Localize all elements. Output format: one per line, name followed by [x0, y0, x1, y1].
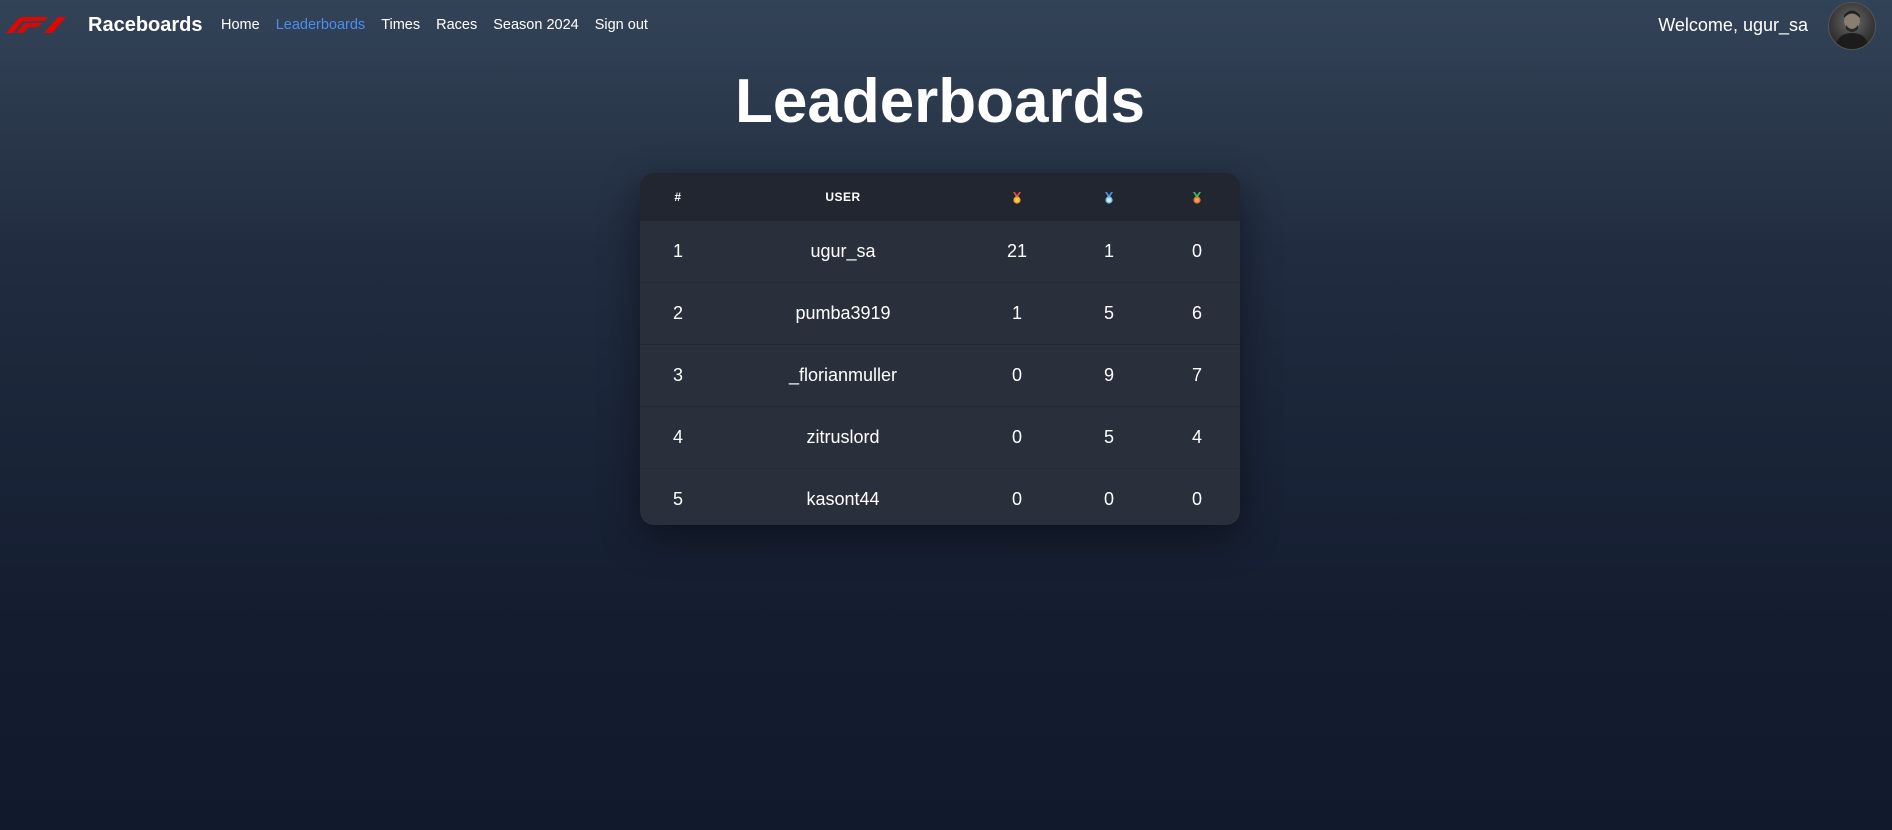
user-avatar[interactable] — [1828, 2, 1876, 50]
leaderboard-card: # USER 1 ugur_sa 21 1 0 2 pumba3919 1 5 … — [640, 173, 1240, 525]
gold-count-cell: 1 — [1011, 303, 1022, 323]
header-silver — [1064, 173, 1154, 221]
nav-link-times[interactable]: Times — [381, 16, 420, 34]
table-row: 1 ugur_sa 21 1 0 — [640, 221, 1240, 283]
silver-count-cell: 1 — [1103, 241, 1114, 261]
nav-link-season-2024[interactable]: Season 2024 — [493, 16, 578, 34]
bronze-count-cell: 7 — [1191, 365, 1202, 385]
nav-link-home[interactable]: Home — [221, 16, 260, 34]
table-header-row: # USER — [640, 173, 1240, 221]
table-row: 4 zitruslord 0 5 4 — [640, 406, 1240, 469]
gold-count-cell: 21 — [1006, 241, 1028, 261]
brand-link[interactable]: Raceboards — [88, 13, 203, 37]
top-navbar: Raceboards Home Leaderboards Times Races… — [0, 0, 1892, 50]
table-row: 3 _florianmuller 0 9 7 — [640, 344, 1240, 407]
table-row: 2 pumba3919 1 5 6 — [640, 282, 1240, 345]
bronze-medal-icon — [1193, 191, 1201, 204]
bronze-count-cell: 4 — [1191, 427, 1202, 447]
rank-cell: 3 — [672, 365, 683, 385]
nav-link-leaderboards[interactable]: Leaderboards — [276, 16, 366, 34]
rank-cell: 4 — [672, 427, 683, 447]
bronze-count-cell: 0 — [1191, 241, 1202, 261]
rank-cell: 2 — [672, 303, 683, 323]
silver-count-cell: 9 — [1103, 365, 1114, 385]
rank-cell: 1 — [672, 241, 683, 261]
user-cell: kasont44 — [806, 489, 880, 509]
avatar-image — [1835, 10, 1869, 49]
rank-cell: 5 — [672, 489, 683, 509]
header-gold — [970, 173, 1064, 221]
header-rank: # — [674, 190, 682, 204]
bronze-count-cell: 6 — [1191, 303, 1202, 323]
nav-links: Home Leaderboards Times Races Season 202… — [221, 16, 664, 34]
user-cell: zitruslord — [806, 427, 880, 447]
user-cell: pumba3919 — [795, 303, 891, 323]
header-bronze — [1154, 173, 1240, 221]
gold-count-cell: 0 — [1011, 489, 1022, 509]
nav-link-sign-out[interactable]: Sign out — [595, 16, 648, 34]
nav-link-races[interactable]: Races — [436, 16, 477, 34]
user-cell: ugur_sa — [810, 241, 876, 261]
page-title: Leaderboards — [734, 67, 1146, 136]
f1-logo-icon[interactable] — [4, 17, 68, 33]
gold-medal-icon — [1013, 191, 1021, 204]
user-cell: _florianmuller — [788, 365, 898, 385]
silver-count-cell: 0 — [1103, 489, 1114, 509]
welcome-text: Welcome, ugur_sa — [1658, 15, 1808, 35]
leaderboard-table: # USER 1 ugur_sa 21 1 0 2 pumba3919 1 5 … — [640, 173, 1240, 525]
gold-count-cell: 0 — [1011, 365, 1022, 385]
silver-count-cell: 5 — [1103, 427, 1114, 447]
header-user: USER — [825, 190, 861, 204]
silver-medal-icon — [1105, 191, 1113, 204]
silver-count-cell: 5 — [1103, 303, 1114, 323]
table-row: 5 kasont44 0 0 0 — [640, 468, 1240, 526]
gold-count-cell: 0 — [1011, 427, 1022, 447]
bronze-count-cell: 0 — [1191, 489, 1202, 509]
